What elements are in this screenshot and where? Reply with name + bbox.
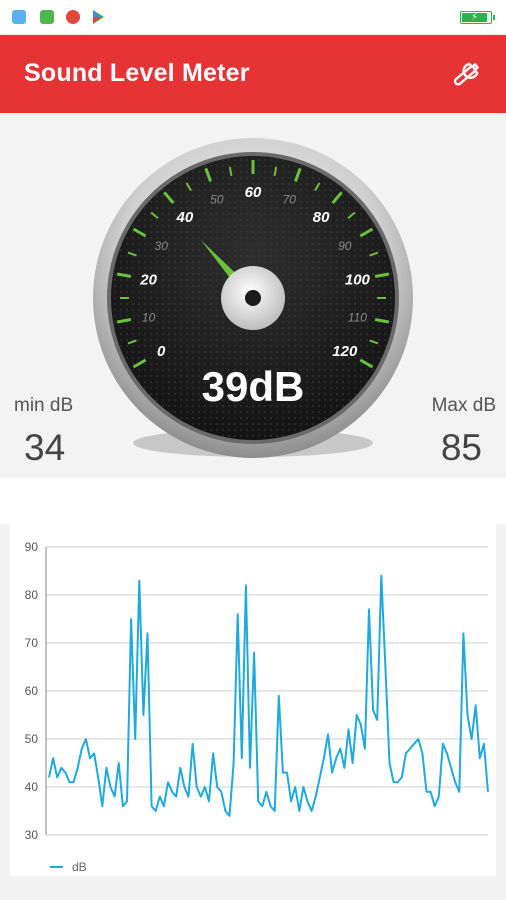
notification-app-icon bbox=[12, 10, 26, 24]
gauge-major-label: 100 bbox=[345, 272, 371, 289]
line-chart: 90 80 70 60 50 40 30 dB bbox=[25, 540, 489, 874]
gauge-minor-label: 50 bbox=[210, 192, 224, 206]
app-title: Sound Level Meter bbox=[24, 59, 250, 87]
db-history-chart: 90 80 70 60 50 40 30 dB bbox=[10, 524, 496, 876]
legend-label: dB bbox=[72, 860, 87, 874]
y-tick-label: 40 bbox=[25, 780, 39, 794]
app-bar: Sound Level Meter bbox=[0, 35, 506, 113]
max-db-label: Max dB bbox=[431, 395, 496, 416]
chat-app-icon bbox=[40, 10, 54, 24]
gauge-major-label: 40 bbox=[176, 209, 194, 226]
gauge-major-label: 60 bbox=[245, 184, 262, 201]
min-db-label: min dB bbox=[14, 395, 74, 416]
current-db-readout: 39dB bbox=[202, 363, 305, 410]
y-tick-label: 50 bbox=[25, 732, 39, 746]
gauge-major-label: 0 bbox=[157, 343, 166, 360]
series-line-db bbox=[48, 574, 489, 817]
y-tick-label: 80 bbox=[25, 588, 39, 602]
section-divider bbox=[0, 478, 506, 524]
max-db-value: 85 bbox=[440, 427, 482, 468]
gauge-minor-label: 30 bbox=[155, 239, 169, 253]
meter-panel: min dB 34 Max dB 85 0 20 40 60 80 100 12… bbox=[0, 113, 506, 478]
gauge-minor-label: 110 bbox=[348, 310, 367, 324]
y-tick-label: 30 bbox=[25, 828, 39, 842]
status-bar: ⚡ bbox=[0, 0, 506, 34]
gauge-major-label: 20 bbox=[139, 272, 157, 289]
charging-icon: ⚡ bbox=[471, 12, 479, 23]
gauge-minor-label: 70 bbox=[283, 192, 297, 206]
sound-level-gauge: 0 20 40 60 80 100 120 10 30 50 70 90 110 39dB bbox=[93, 138, 413, 458]
wrench-icon[interactable] bbox=[448, 55, 488, 91]
min-db-value: 34 bbox=[24, 427, 66, 468]
y-tick-label: 90 bbox=[25, 540, 39, 554]
battery-icon: ⚡ bbox=[460, 11, 495, 24]
google-plus-icon bbox=[66, 10, 80, 24]
play-store-icon bbox=[93, 10, 104, 24]
y-tick-label: 60 bbox=[25, 684, 39, 698]
gauge-major-label: 120 bbox=[332, 343, 358, 360]
chart-legend: dB bbox=[50, 860, 87, 874]
gauge-major-label: 80 bbox=[313, 209, 330, 226]
y-axis-labels: 90 80 70 60 50 40 30 bbox=[25, 540, 39, 842]
gauge-minor-label: 90 bbox=[338, 239, 352, 253]
y-tick-label: 70 bbox=[25, 636, 39, 650]
gauge-minor-label: 10 bbox=[142, 310, 156, 324]
